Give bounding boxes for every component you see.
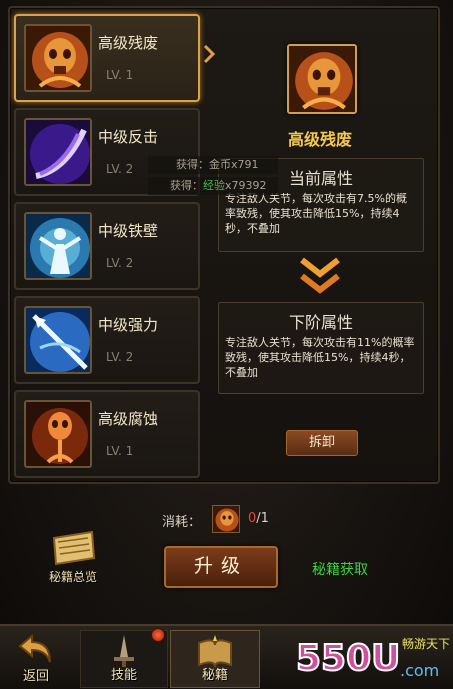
gain-exp-text: 获得：经验x79392 xyxy=(148,177,278,195)
tab-book[interactable]: 秘籍 xyxy=(170,630,260,688)
cost-count: 0/1 xyxy=(248,511,288,526)
skill-item-5[interactable]: 高级腐蚀 LV. 1 xyxy=(14,390,200,478)
double-chevron-down-icon xyxy=(298,256,342,296)
gain-label: 获得： xyxy=(176,158,209,171)
cost-total: /1 xyxy=(256,511,269,526)
next-attributes-heading: 下阶属性 xyxy=(288,313,353,332)
book-tab-label: 秘籍 xyxy=(201,668,228,683)
scroll-book-icon xyxy=(52,530,96,566)
unload-button[interactable]: 拆卸 xyxy=(286,430,358,456)
upgrade-button[interactable]: 升级 xyxy=(164,546,278,588)
skill-detail-panel: 高级残废 当前属性 专注敌人关节，每次攻击有7.5%的概率致残，使其攻击降低15… xyxy=(212,40,428,470)
skill-item-1[interactable]: 高级残废 LV. 1 xyxy=(14,14,200,102)
skill-item-3[interactable]: 中级铁壁 LV. 2 xyxy=(14,202,200,290)
skill-name: 高级残废 xyxy=(98,34,159,52)
next-attributes: 下阶属性 专注敌人关节，每次攻击有11%的概率致残，使其攻击降低15%，持续4秒… xyxy=(218,302,424,394)
gain-exp-word: 经验 xyxy=(203,179,225,192)
skill-title: 高级残废 xyxy=(287,130,352,149)
skill-name: 高级腐蚀 xyxy=(98,410,159,428)
skill-item-4[interactable]: 中级强力 LV. 2 xyxy=(14,296,200,384)
cost-label: 消耗： xyxy=(162,515,202,530)
logo-sub: 畅游天下 xyxy=(402,637,450,651)
skill-list[interactable]: 高级残废 LV. 1 中级反击 LV. 2 中级铁壁 LV. 2 中级强力 LV… xyxy=(10,8,200,480)
back-arrow-icon xyxy=(18,633,51,663)
skill-name: 中级铁壁 xyxy=(98,222,159,240)
get-book-link[interactable]: 秘籍获取 xyxy=(312,559,368,579)
gain-value: 金币x791 xyxy=(209,158,259,171)
purple-slash-icon xyxy=(24,118,92,186)
skill-book-screen: 高级残废 LV. 1 中级反击 LV. 2 中级铁壁 LV. 2 中级强力 LV… xyxy=(0,0,453,689)
site-logo: 550U 畅游天下 .com xyxy=(295,628,451,686)
skill-level: LV. 2 xyxy=(106,162,134,176)
flaming-skull-icon xyxy=(212,505,240,533)
skill-name: 中级反击 xyxy=(98,128,159,146)
flaming-skull-icon xyxy=(24,24,92,92)
skill-tab-label: 技能 xyxy=(110,668,137,683)
gain-label: 获得： xyxy=(170,179,203,192)
book-overview-label: 秘籍总览 xyxy=(48,570,97,584)
skill-level: LV. 1 xyxy=(106,68,134,82)
skill-level: LV. 1 xyxy=(106,444,134,458)
logo-main: 550U xyxy=(296,638,400,679)
gain-value: x79392 xyxy=(225,179,267,192)
logo-tld: .com xyxy=(400,661,439,680)
corrosion-skull-icon xyxy=(24,400,92,468)
spear-strike-icon xyxy=(24,306,92,374)
notification-dot xyxy=(151,628,165,642)
skill-level: LV. 2 xyxy=(106,256,134,270)
current-attributes-text: 专注敌人关节，每次攻击有7.5%的概率致残，使其攻击降低15%，持续4秒，不叠加 xyxy=(225,192,407,235)
skill-name: 中级强力 xyxy=(98,316,159,334)
next-attributes-text: 专注敌人关节，每次攻击有11%的概率致残，使其攻击降低15%，持续4秒，不叠加 xyxy=(225,336,415,379)
back-label: 返回 xyxy=(22,669,49,684)
book-overview-button[interactable]: 秘籍总览 xyxy=(38,528,108,586)
back-button[interactable]: 返回 xyxy=(6,630,66,688)
skill-level: LV. 2 xyxy=(106,350,134,364)
flaming-skull-icon xyxy=(287,44,357,114)
gain-gold-text: 获得：金币x791 xyxy=(148,156,278,174)
blue-aura-icon xyxy=(24,212,92,280)
